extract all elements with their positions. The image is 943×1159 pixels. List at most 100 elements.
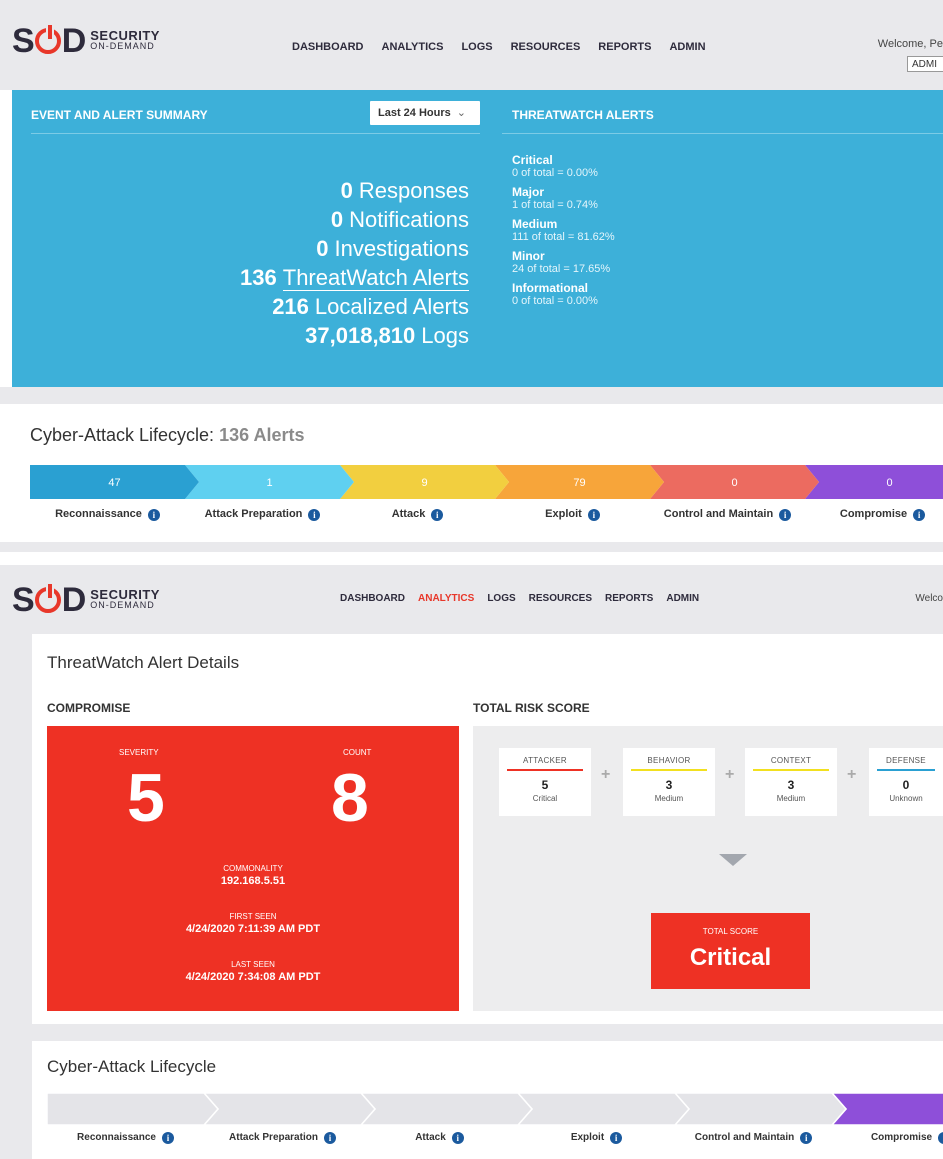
info-icon[interactable]: i [913, 509, 926, 521]
severity-label: SEVERITY [119, 748, 159, 757]
main-nav: DASHBOARD ANALYTICS LOGS RESOURCES REPOR… [340, 593, 699, 604]
stage-label-text: Attack [391, 508, 426, 520]
risk-level: Medium [654, 794, 684, 803]
analytics-header: S D SECURITY ON-DEMAND DASHBOARD ANALYTI… [0, 565, 943, 635]
nav-dashboard[interactable]: DASHBOARD [292, 41, 364, 53]
chevron-attack[interactable] [360, 1093, 533, 1125]
stat-investigations[interactable]: 0 Investigations [240, 234, 469, 263]
risk-card-attacker[interactable]: ATTACKER 5 Critical [499, 748, 591, 816]
level-informational[interactable]: Informational 0 of total = 0.00% [512, 282, 615, 308]
lifecycle-card-2: Cyber-Attack Lifecycle Reconnaissance i At… [32, 1041, 943, 1159]
welcome-text: Welcome, Pe [877, 38, 943, 50]
lifecycle-title: Cyber-Attack Lifecycle: 136 Alerts [30, 425, 304, 446]
level-detail: 0 of total = 0.00% [512, 167, 598, 179]
summary-divider [31, 133, 480, 134]
total-score-box: TOTAL SCORE Critical [651, 913, 810, 989]
stat-logs[interactable]: 37,018,810 Logs [240, 321, 469, 350]
lifecycle-title-2: Cyber-Attack Lifecycle [47, 1057, 217, 1076]
arrow-down-icon [719, 854, 747, 866]
info-icon[interactable]: i [451, 1132, 464, 1144]
risk-value: 0 [902, 778, 910, 792]
risk-score-area: ATTACKER 5 Critical + BEHAVIOR 3 Medium … [473, 726, 943, 1011]
top-header: S D SECURITY ON-DEMAND DASHBOARD ANALYTI… [0, 0, 943, 90]
nav-reports[interactable]: REPORTS [605, 593, 653, 604]
stat-label: Investigations [334, 236, 469, 261]
info-icon[interactable]: i [779, 509, 792, 521]
nav-admin[interactable]: ADMIN [666, 593, 699, 604]
nav-analytics[interactable]: ANALYTICS [382, 41, 444, 53]
nav-logs[interactable]: LOGS [461, 41, 492, 53]
spacer [0, 387, 943, 404]
level-critical[interactable]: Critical 0 of total = 0.00% [512, 154, 615, 180]
spacer [0, 542, 943, 552]
stat-localized-alerts[interactable]: 216 Localized Alerts [240, 292, 469, 321]
chevron-down-icon: ⌄ [456, 107, 466, 119]
chevron-value: 0 [886, 477, 892, 489]
level-medium[interactable]: Medium 111 of total = 81.62% [512, 218, 615, 244]
stage-label-compromise: Compromise i [805, 508, 943, 521]
welcome-text: Welco [915, 593, 943, 604]
chevron-reconnaissance[interactable] [47, 1093, 219, 1125]
risk-card-behavior[interactable]: BEHAVIOR 3 Medium [623, 748, 715, 816]
info-icon[interactable]: i [938, 1132, 943, 1144]
info-icon[interactable]: i [161, 1132, 174, 1144]
risk-value: 3 [665, 778, 673, 792]
risk-card-context[interactable]: CONTEXT 3 Medium [745, 748, 837, 816]
info-icon[interactable]: i [147, 509, 160, 521]
stage-label-text: Exploit [570, 1132, 605, 1143]
info-icon[interactable]: i [308, 509, 321, 521]
info-icon[interactable]: i [610, 1132, 623, 1144]
chevron-attack-preparation[interactable] [203, 1093, 376, 1125]
level-detail: 1 of total = 0.74% [512, 199, 598, 211]
risk-bar [877, 769, 935, 771]
stage-label-control-and-maintain: Control and Maintain i [650, 508, 805, 521]
info-icon[interactable]: i [431, 509, 444, 521]
last-seen-value: 4/24/2020 7:34:08 AM PDT [185, 971, 321, 983]
time-range-select[interactable]: Last 24 Hours ⌄ [370, 101, 480, 125]
stage-label-text: Reconnaissance [77, 1132, 156, 1143]
stat-notifications[interactable]: 0 Notifications [240, 205, 469, 234]
info-icon[interactable]: i [800, 1132, 813, 1144]
commonality-label: COMMONALITY [223, 864, 283, 873]
nav-dashboard[interactable]: DASHBOARD [340, 593, 405, 604]
risk-value: 3 [787, 778, 795, 792]
stage-label-compromise: Compromise i [832, 1132, 943, 1144]
chevron-compromise[interactable] [805, 465, 943, 499]
logo[interactable]: S D SECURITY ON-DEMAND [12, 22, 160, 60]
lifecycle-stage-labels: Reconnaissance i Attack Preparation i Attack… [30, 508, 943, 521]
stage-label-text: Compromise [870, 1132, 933, 1143]
stats-list: 0 Responses 0 Notifications 0 Investigation… [240, 176, 469, 350]
nav-resources[interactable]: RESOURCES [511, 41, 581, 53]
chevron-compromise[interactable] [831, 1093, 943, 1125]
lifecycle-chevrons: 47 1 9 79 0 0 [30, 465, 943, 499]
stage-label-attack: Attack i [361, 1132, 518, 1144]
level-minor[interactable]: Minor 24 of total = 17.65% [512, 250, 615, 276]
risk-card-defense[interactable]: DEFENSE 0 Unknown [869, 748, 943, 816]
stat-value: 136 [240, 265, 277, 290]
commonality: COMMONALITY 192.168.5.51 [47, 864, 459, 887]
nav-resources[interactable]: RESOURCES [529, 593, 592, 604]
stat-responses[interactable]: 0 Responses [240, 176, 469, 205]
threatwatch-divider [502, 133, 943, 134]
total-score-label: TOTAL SCORE [702, 927, 759, 936]
stage-label-text: Control and Maintain [694, 1132, 795, 1143]
nav-analytics[interactable]: ANALYTICS [418, 593, 474, 604]
stat-label: ThreatWatch Alerts [282, 265, 469, 291]
info-icon[interactable]: i [587, 509, 600, 521]
stage-label-text: Attack Preparation [229, 1132, 318, 1143]
nav-admin[interactable]: ADMIN [669, 41, 705, 53]
stage-label-text: Attack [415, 1132, 446, 1143]
summary-panel: EVENT AND ALERT SUMMARY Last 24 Hours ⌄ T… [12, 90, 943, 387]
logo-d: D [61, 22, 87, 60]
logo[interactable]: S D SECURITY ON-DEMAND [12, 582, 160, 617]
level-major[interactable]: Major 1 of total = 0.74% [512, 186, 615, 212]
info-icon[interactable]: i [323, 1132, 336, 1144]
first-seen-label: FIRST SEEN [229, 912, 277, 921]
nav-logs[interactable]: LOGS [487, 593, 515, 604]
role-select[interactable]: ADMI [907, 56, 943, 72]
stat-threatwatch-alerts[interactable]: 136 ThreatWatch Alerts [240, 263, 469, 292]
chevron-control-and-maintain[interactable] [674, 1093, 847, 1125]
chevron-exploit[interactable] [517, 1093, 690, 1125]
nav-reports[interactable]: REPORTS [598, 41, 651, 53]
stage-label-attack: Attack i [340, 508, 495, 521]
